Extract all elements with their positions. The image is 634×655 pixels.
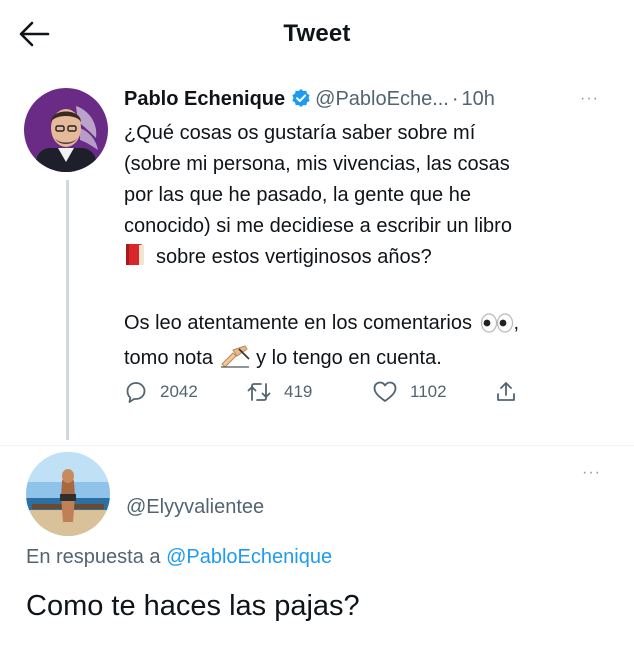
heart-icon — [373, 381, 397, 402]
tweet-line-with-emoji: tomo nota y lo tengo en cuenta. — [124, 343, 614, 378]
reply-button[interactable]: 2042 — [124, 380, 198, 404]
in-reply-to: En respuesta a @PabloEchenique — [26, 546, 332, 569]
tweet-line: por las que he pasado, la gente que he — [124, 184, 471, 206]
reply-icon — [126, 382, 146, 403]
reply-count: 2042 — [160, 382, 198, 401]
more-options-icon[interactable]: ··· — [580, 90, 599, 108]
author-avatar[interactable] — [24, 88, 108, 172]
verified-badge-icon — [291, 88, 311, 114]
retweet-button[interactable]: 419 — [246, 380, 312, 404]
writing-hand-icon — [219, 344, 251, 378]
tweet-header: Pablo Echenique @PabloEche... · 10h — [124, 88, 495, 114]
retweet-icon — [247, 383, 271, 401]
separator-dot: · — [451, 88, 459, 110]
tweet-line: sobre estos vertiginosos años? — [156, 246, 432, 268]
thread-line — [66, 180, 69, 440]
book-icon — [124, 243, 146, 277]
tweet-timestamp[interactable]: 10h — [462, 88, 495, 110]
eyes-icon — [480, 312, 514, 343]
avatar-photo — [26, 452, 110, 536]
tweet-line-with-emoji: sobre estos vertiginosos años? — [124, 242, 614, 277]
in-reply-to-label: En respuesta a — [26, 546, 161, 568]
tweet-line: ¿Qué cosas os gustaría saber sobre mí — [124, 122, 476, 144]
tweet-line: (sobre mi persona, mis vivencias, las co… — [124, 153, 510, 175]
avatar-photo — [24, 88, 108, 172]
share-button[interactable] — [494, 380, 530, 404]
reply-author-handle[interactable]: @Elyyvalientee — [126, 496, 264, 519]
tweet-line: Os leo atentamente en los comentarios — [124, 312, 472, 334]
retweet-count: 419 — [284, 382, 313, 401]
tweet-divider — [0, 445, 634, 446]
top-bar: Tweet — [0, 0, 634, 70]
share-icon — [497, 382, 515, 401]
author-name[interactable]: Pablo Echenique — [124, 88, 285, 110]
tweet-text: ¿Qué cosas os gustaría saber sobre mí (s… — [124, 118, 614, 378]
tweet-line: y lo tengo en cuenta. — [256, 347, 442, 369]
in-reply-to-mention[interactable]: @PabloEchenique — [166, 546, 332, 568]
comma-text: , — [513, 312, 520, 334]
like-button[interactable]: 1102 — [372, 380, 447, 404]
reply-more-options-icon[interactable]: ··· — [582, 464, 601, 482]
author-handle[interactable]: @PabloEche... — [315, 88, 449, 110]
tweet-actions: 2042 419 1102 — [124, 380, 544, 410]
tweet-line-with-emoji: Os leo atentamente en los comentarios , — [124, 308, 614, 343]
reply-author-avatar[interactable] — [26, 452, 110, 536]
page-title: Tweet — [283, 20, 351, 47]
tweet-line: conocido) si me decidiese a escribir un … — [124, 215, 512, 237]
tweet-line: tomo nota — [124, 347, 213, 369]
like-count: 1102 — [410, 382, 447, 401]
reply-text: Como te haces las pajas? — [26, 590, 360, 622]
